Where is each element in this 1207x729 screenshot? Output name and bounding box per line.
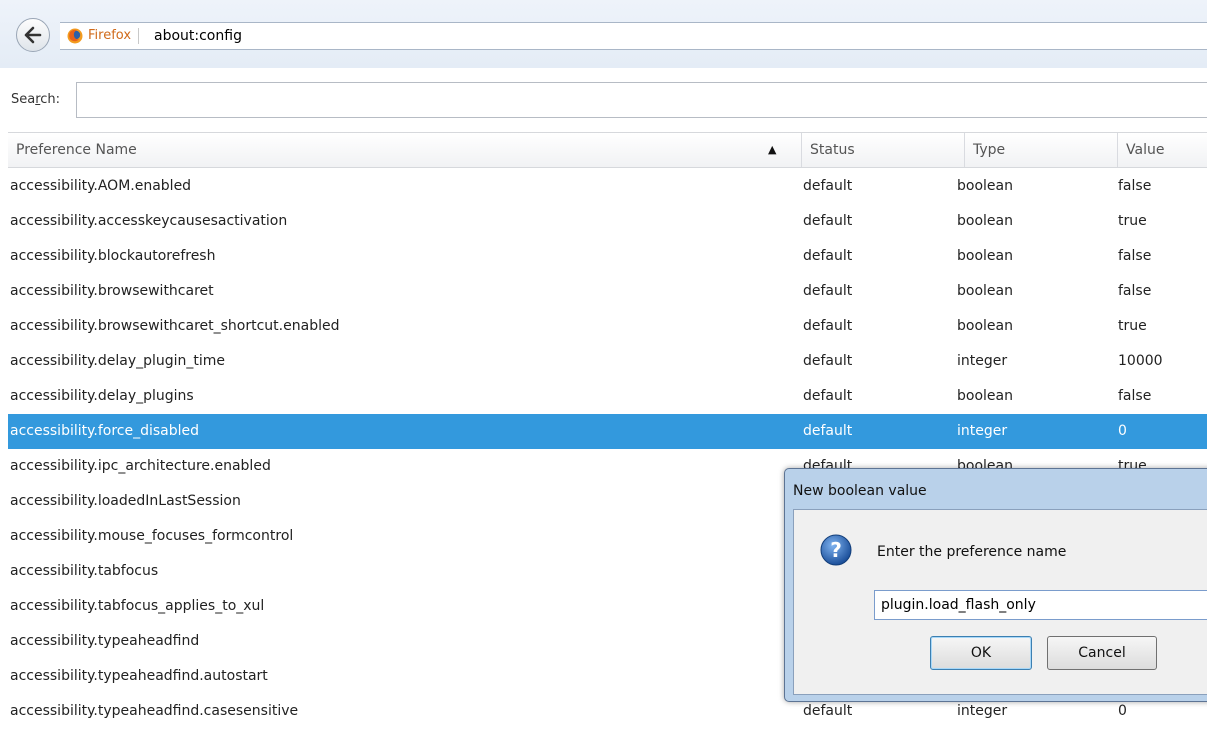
sort-ascending-icon: ▲ (768, 143, 777, 156)
cell-name: accessibility.delay_plugins (10, 388, 194, 404)
preference-name-input[interactable] (874, 590, 1207, 620)
cell-status: default (803, 318, 853, 334)
table-row[interactable]: accessibility.delay_plugin_time default in… (8, 344, 1207, 379)
cell-value: 10000 (1118, 353, 1163, 369)
cell-status: default (803, 178, 853, 194)
column-header-value[interactable]: Value (1117, 133, 1207, 167)
back-arrow-icon (24, 26, 42, 44)
firefox-logo-icon (67, 28, 83, 44)
column-header-label: Status (810, 142, 855, 158)
cell-value: false (1118, 178, 1152, 194)
cell-name: accessibility.typeaheadfind (10, 633, 200, 649)
cell-name: accessibility.loadedInLastSession (10, 493, 241, 509)
cell-type: integer (957, 423, 1008, 439)
cell-value: true (1118, 318, 1147, 334)
site-identity-label[interactable]: Firefox (88, 28, 140, 44)
table-row[interactable]: accessibility.force_disabled default integ… (8, 414, 1207, 449)
cell-name: accessibility.AOM.enabled (10, 178, 192, 194)
table-row[interactable]: accessibility.AOM.enabled default boolean f… (8, 169, 1207, 204)
cell-name: accessibility.delay_plugin_time (10, 353, 226, 369)
preferences-table-header: Preference Name ▲ Status Type Value (8, 132, 1207, 168)
table-row[interactable]: accessibility.accesskeycausesactivation d… (8, 204, 1207, 239)
dialog-title: New boolean value (793, 483, 927, 499)
ok-button[interactable]: OK (930, 636, 1032, 670)
cell-name: accessibility.force_disabled (10, 423, 200, 439)
search-row: Search: (0, 78, 1207, 124)
cell-type: boolean (957, 213, 1013, 229)
cell-name: accessibility.tabfocus (10, 563, 159, 579)
cell-status: default (803, 213, 853, 229)
new-boolean-value-dialog: New boolean value ? Enter the preference… (784, 468, 1207, 702)
dialog-body: ? Enter the preference name OK Cancel (793, 509, 1207, 695)
cell-value: true (1118, 213, 1147, 229)
cell-name: accessibility.accesskeycausesactivation (10, 213, 288, 229)
cell-value: false (1118, 388, 1152, 404)
question-icon: ? (820, 534, 852, 566)
column-header-label: Value (1126, 142, 1165, 158)
cell-value: false (1118, 248, 1152, 264)
table-row[interactable]: accessibility.delay_plugins default boolea… (8, 379, 1207, 414)
navigation-bar: Firefox about:config (0, 0, 1207, 68)
cell-name: accessibility.typeaheadfind.casesensitiv… (10, 703, 299, 719)
search-label: Search: (11, 92, 60, 107)
cell-status: default (803, 248, 853, 264)
column-header-label: Type (973, 142, 1006, 158)
url-bar[interactable]: Firefox about:config (60, 22, 1207, 50)
cell-status: default (803, 388, 853, 404)
cell-type: boolean (957, 283, 1013, 299)
cell-name: accessibility.blockautorefresh (10, 248, 216, 264)
url-text[interactable]: about:config (154, 27, 242, 45)
search-input[interactable] (76, 82, 1207, 118)
svg-text:?: ? (830, 538, 842, 562)
cell-value: 0 (1118, 423, 1127, 439)
table-row[interactable]: accessibility.blockautorefresh default boo… (8, 239, 1207, 274)
cell-name: accessibility.browsewithcaret (10, 283, 214, 299)
cell-type: integer (957, 353, 1008, 369)
back-button[interactable] (16, 18, 50, 52)
cell-value: false (1118, 283, 1152, 299)
cell-name: accessibility.mouse_focuses_formcontrol (10, 528, 294, 544)
table-row[interactable]: accessibility.browsewithcaret_shortcut.e… (8, 309, 1207, 344)
column-header-status[interactable]: Status (801, 133, 954, 167)
table-row[interactable]: accessibility.browsewithcaret default bool… (8, 274, 1207, 309)
dialog-prompt: Enter the preference name (877, 544, 1067, 560)
cell-name: accessibility.tabfocus_applies_to_xul (10, 598, 265, 614)
cell-name: accessibility.ipc_architecture.enabled (10, 458, 271, 474)
search-label-prefix: Sea (11, 92, 36, 107)
column-header-preference-name[interactable]: Preference Name (8, 133, 788, 167)
cell-type: boolean (957, 318, 1013, 334)
search-label-suffix: ch: (40, 92, 61, 107)
column-header-label: Preference Name (16, 142, 137, 158)
cell-status: default (803, 283, 853, 299)
column-header-type[interactable]: Type (964, 133, 1117, 167)
cell-type: boolean (957, 178, 1013, 194)
cell-type: boolean (957, 388, 1013, 404)
cancel-button[interactable]: Cancel (1047, 636, 1157, 670)
cell-name: accessibility.typeaheadfind.autostart (10, 668, 268, 684)
cell-status: default (803, 353, 853, 369)
cell-type: boolean (957, 248, 1013, 264)
cell-status: default (803, 423, 853, 439)
cell-name: accessibility.browsewithcaret_shortcut.e… (10, 318, 340, 334)
